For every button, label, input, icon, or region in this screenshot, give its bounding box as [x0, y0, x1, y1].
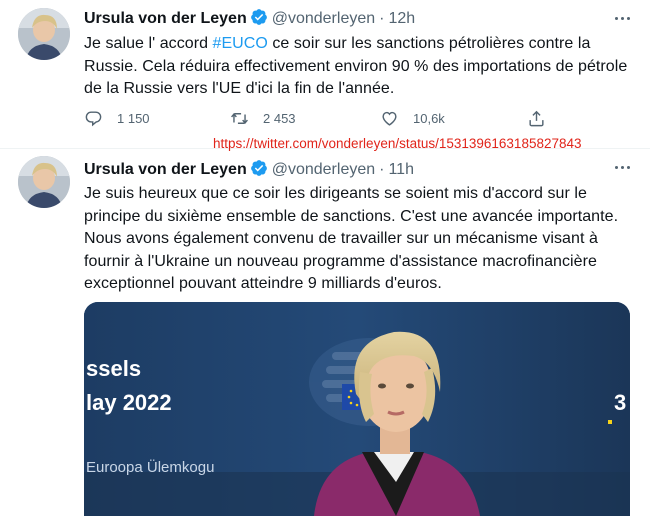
share-button[interactable]: [527, 109, 560, 128]
reply-button[interactable]: 1 150: [84, 109, 150, 128]
share-icon: [529, 110, 544, 127]
author-name[interactable]: Ursula von der Leyen: [84, 10, 247, 27]
backdrop-text-city: ssels: [86, 356, 141, 381]
more-options-icon[interactable]: [612, 157, 632, 177]
tweet-timestamp[interactable]: 11h: [388, 161, 414, 178]
more-options-icon[interactable]: [612, 8, 632, 28]
reply-count: 1 150: [117, 111, 150, 126]
separator-dot: ·: [379, 161, 385, 178]
tweet-actions: 1 150 2 453 10,6k: [84, 109, 604, 131]
retweet-button[interactable]: 2 453: [230, 109, 296, 128]
reply-icon: [85, 111, 102, 127]
tweet-header: Ursula von der Leyen @vonderleyen · 11h: [84, 159, 414, 179]
retweet-icon: [231, 113, 248, 124]
backdrop-text-right: 3: [614, 390, 626, 415]
author-name[interactable]: Ursula von der Leyen: [84, 161, 247, 178]
backdrop-text-council: Euroopa Ülemkogu: [86, 458, 214, 476]
separator-dot: ·: [379, 10, 385, 27]
author-handle[interactable]: @vonderleyen: [272, 10, 375, 27]
tweet-text: Je salue l' accord #EUCO ce soir sur les…: [84, 33, 629, 101]
backdrop-text-date: lay 2022: [86, 390, 172, 415]
verified-badge-icon: [250, 9, 267, 25]
author-handle[interactable]: @vonderleyen: [272, 161, 375, 178]
tweet-1[interactable]: Ursula von der Leyen @vonderleyen · 12h Je …: [0, 0, 650, 151]
tweet-text-part: Je salue l' accord: [84, 35, 213, 52]
tweet-timestamp[interactable]: 12h: [388, 10, 415, 27]
heart-icon: [382, 111, 397, 126]
hashtag-link[interactable]: #EUCO: [213, 35, 268, 52]
verified-badge-icon: [250, 160, 267, 176]
tweet-text: Je suis heureux que ce soir les dirigean…: [84, 185, 619, 292]
like-count: 10,6k: [413, 111, 445, 126]
retweet-count: 2 453: [263, 111, 296, 126]
like-button[interactable]: 10,6k: [380, 109, 445, 128]
avatar[interactable]: [18, 156, 70, 208]
tweet-2[interactable]: Ursula von der Leyen @vonderleyen · 11h Je …: [0, 149, 650, 516]
tweet-media-image[interactable]: ssels lay 2022 Euroopa Ülemkogu 3: [84, 302, 630, 516]
avatar[interactable]: [18, 8, 70, 60]
tweet-header: Ursula von der Leyen @vonderleyen · 12h: [84, 8, 415, 28]
